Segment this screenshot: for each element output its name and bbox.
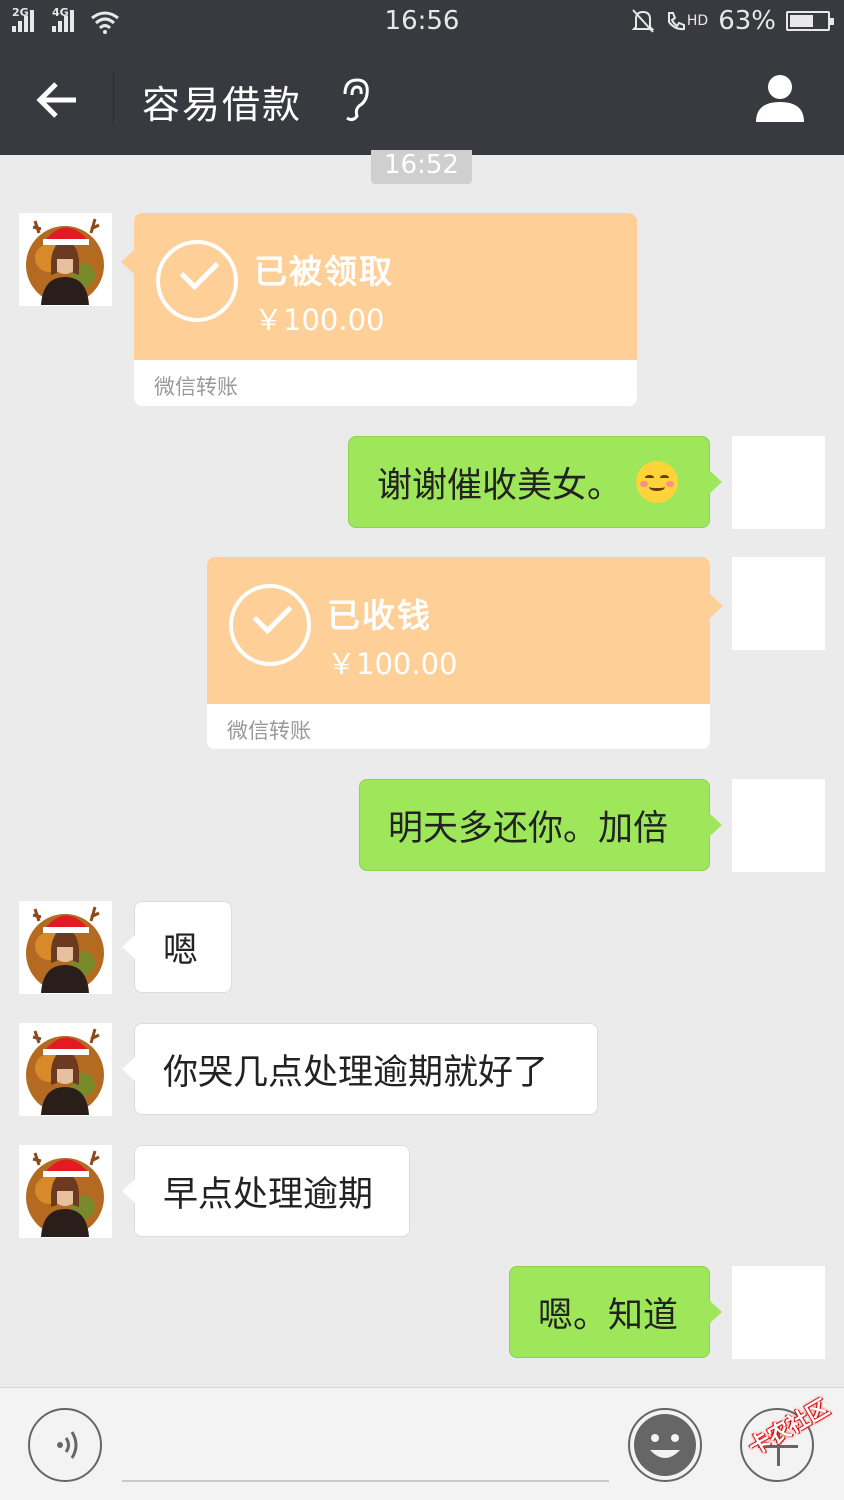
hd-call-icon: HD: [665, 10, 708, 32]
battery-percent: 63%: [718, 6, 776, 36]
back-arrow-icon[interactable]: [30, 72, 86, 128]
transfer-status: 已被领取: [254, 252, 394, 291]
sent-message-bubble[interactable]: 谢谢催收美女。: [348, 436, 722, 528]
message-text: 嗯。知道: [538, 1295, 679, 1336]
chat-info-person-icon[interactable]: [754, 72, 806, 124]
status-bar: 2G 4G 16:56 HD 63%: [0, 0, 844, 42]
chat-timestamp: 16:52: [371, 150, 472, 184]
sent-message-bubble[interactable]: 明天多还你。加倍: [359, 779, 722, 871]
transfer-footer: 微信转账: [227, 719, 311, 743]
my-avatar[interactable]: [732, 436, 825, 529]
contact-avatar[interactable]: [19, 213, 112, 306]
blush-smile-emoji-icon: [636, 461, 679, 503]
voice-waves-icon: [57, 1431, 78, 1459]
received-message-bubble[interactable]: 嗯: [122, 901, 232, 993]
voice-input-button[interactable]: [28, 1408, 102, 1482]
transfer-card-received[interactable]: 已被领取 ￥100.00 微信转账: [134, 213, 637, 406]
my-avatar[interactable]: [732, 557, 825, 650]
transfer-amount: ￥100.00: [327, 647, 458, 681]
contact-avatar[interactable]: [19, 901, 112, 994]
input-bar: [0, 1387, 844, 1500]
earpiece-mode-icon: [343, 78, 369, 122]
received-message-bubble[interactable]: 早点处理逾期: [122, 1145, 410, 1237]
title-bar: 容易借款: [0, 42, 844, 155]
title-divider: [113, 72, 114, 126]
transfer-footer: 微信转账: [154, 375, 238, 399]
received-message-bubble[interactable]: 你哭几点处理逾期就好了: [122, 1023, 598, 1115]
check-circle-icon: [156, 240, 238, 322]
message-text: 谢谢催收美女。: [377, 465, 623, 506]
message-text: 嗯: [163, 930, 199, 971]
transfer-status: 已收钱: [327, 596, 432, 635]
emoji-button[interactable]: [628, 1408, 702, 1482]
chat-title: 容易借款: [142, 83, 303, 127]
bubble-tail: [710, 594, 723, 618]
check-circle-icon: [229, 584, 311, 666]
mute-bell-icon: [631, 9, 655, 33]
sent-message-bubble[interactable]: 嗯。知道: [509, 1266, 722, 1358]
message-text: 你哭几点处理逾期就好了: [163, 1052, 549, 1093]
transfer-amount: ￥100.00: [254, 303, 385, 337]
contact-avatar[interactable]: [19, 1145, 112, 1238]
bubble-tail: [121, 250, 134, 274]
smiley-face-icon: [634, 1414, 696, 1476]
message-text: 早点处理逾期: [163, 1174, 374, 1215]
contact-avatar[interactable]: [19, 1023, 112, 1116]
my-avatar[interactable]: [732, 1266, 825, 1359]
message-input[interactable]: [122, 1480, 609, 1482]
battery-icon: [786, 11, 834, 31]
transfer-card-collected[interactable]: 已收钱 ￥100.00 微信转账: [207, 557, 710, 749]
message-text: 明天多还你。加倍: [388, 808, 669, 849]
my-avatar[interactable]: [732, 779, 825, 872]
